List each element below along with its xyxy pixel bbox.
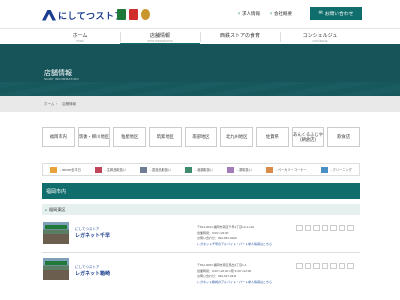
nav-shokuiku-label: 西鉄ストアの食育 (219, 33, 260, 39)
wifi-icon (50, 166, 58, 173)
page-subtitle: SHOP INFORMATION (44, 77, 79, 81)
service-icon (330, 263, 337, 269)
legend-item: …薬取扱い (227, 166, 252, 173)
nav-concierge-sub: CONCIERGE (312, 40, 328, 43)
area-button[interactable]: 飲食店 (327, 127, 361, 147)
store-recruit-link[interactable]: レガネット千早のアルバイト・パート求人情報はこちら (197, 242, 272, 248)
area-button[interactable]: 南部地区 (184, 127, 218, 147)
divider (42, 252, 360, 253)
legend-item: …酒類取扱い (185, 166, 214, 173)
site-logo[interactable]: にしてつストア (42, 9, 124, 21)
contact-label: お問い合わせ (324, 12, 354, 17)
store-recruit-link[interactable]: レガネット箱崎のアルバイト・パート求人情報はこちら (197, 280, 272, 286)
legend-item: …クリーニング (320, 166, 352, 173)
service-icon (338, 225, 345, 231)
service-icon (347, 225, 354, 231)
service-icon (313, 225, 320, 231)
section-heading: 福岡市内 (42, 183, 360, 199)
store-name[interactable]: レガネット箱崎 (75, 270, 110, 277)
breadcrumb: ホーム › 店舗情報 (0, 96, 400, 112)
recruit-link[interactable]: 求人情報 (238, 11, 260, 17)
nav-shop-sub: SHOP INFORMATION (147, 40, 173, 43)
fresh-food-icon (95, 166, 103, 173)
store-service-icons (296, 225, 354, 231)
main-nav: ホーム HOME 店舗情報 SHOP INFORMATION 西鉄ストアの食育 … (0, 28, 400, 45)
medicine-icon (227, 166, 235, 173)
nav-home[interactable]: ホーム HOME (40, 29, 120, 45)
contact-button[interactable]: ✉ お問い合わせ (310, 7, 362, 20)
area-button[interactable]: 北九州地区 (220, 127, 254, 147)
store-info: 〒812-0054 福岡市東区馬出3丁目1-1 営業時間：9:00～22:00 … (197, 263, 272, 285)
area-filter: 福岡市内 筑後・柳川地区 粕屋地区 筑紫地区 南部地区 北九州地区 佐賀県 あん… (42, 127, 361, 147)
site-header: にしてつストア 求人情報 会社概要 ✉ お問い合わせ (0, 0, 400, 28)
header-links: 求人情報 会社概要 (238, 11, 292, 17)
store-sign (45, 225, 67, 229)
cleaning-icon (320, 166, 328, 173)
service-icon (313, 263, 320, 269)
nav-shokuiku[interactable]: 西鉄ストアの食育 (200, 29, 280, 45)
sub-area-heading: 福岡東区 (42, 204, 360, 215)
service-icon (296, 263, 303, 269)
logo-mark-icon (42, 9, 56, 21)
service-icon (330, 225, 337, 231)
service-legend: …ninoxe全平日 …生鮮品取扱い …農産品取扱い …酒類取扱い …薬取扱い … (42, 163, 360, 176)
area-button[interactable]: 佐賀県 (256, 127, 289, 147)
service-icon (304, 225, 311, 231)
nav-shop-info[interactable]: 店舗情報 SHOP INFORMATION (120, 29, 200, 45)
store-service-icons (296, 263, 354, 269)
orange-brand-icon[interactable] (141, 9, 150, 20)
breadcrumb-current: 店舗情報 (62, 102, 76, 106)
legend-label: …薬取扱い (235, 168, 252, 172)
area-button[interactable]: 筑紫地区 (149, 127, 182, 147)
legend-label: …ベーカリーコーナー (274, 168, 307, 172)
legend-item: …農産品取扱い (140, 166, 172, 173)
brand-icons (117, 9, 150, 20)
nav-home-sub: HOME (76, 40, 84, 43)
breadcrumb-home[interactable]: ホーム (44, 102, 54, 107)
legend-label: …クリーニング (329, 168, 352, 172)
area-button[interactable]: 粕屋地区 (113, 127, 147, 147)
nav-concierge-label: コンシェルジュ (302, 33, 338, 39)
breadcrumb-sep: › (56, 102, 58, 106)
company-link[interactable]: 会社概要 (270, 11, 292, 17)
service-icon (338, 263, 345, 269)
sp-brand-icon[interactable] (129, 9, 138, 20)
legend-label: …生鮮品取扱い (103, 168, 126, 172)
area-button[interactable]: あんくるふじや (朝倉店) (291, 127, 325, 147)
legend-label: …ninoxe全平日 (58, 168, 81, 172)
nav-concierge[interactable]: コンシェルジュ CONCIERGE (280, 29, 360, 45)
page-hero: 店舗情報 SHOP INFORMATION (0, 44, 400, 96)
green-brand-icon[interactable] (117, 9, 126, 20)
service-icon (347, 263, 354, 269)
store-info: 〒813-0044 福岡市東区千早4丁目13-1-101 営業時間：9:00～2… (197, 225, 272, 247)
legend-label: …農産品取扱い (148, 168, 172, 172)
legend-item: …ベーカリーコーナー (266, 166, 307, 173)
area-button[interactable]: 筑後・柳川地区 (77, 127, 111, 147)
nav-shop-label: 店舗情報 (149, 33, 170, 39)
legend-item: …ninoxe全平日 (50, 166, 81, 173)
legend-item: …生鮮品取扱い (95, 166, 126, 173)
service-icon (321, 263, 328, 269)
logo-text: にしてつストア (58, 10, 125, 21)
area-button[interactable]: 福岡市内 (42, 127, 75, 147)
service-icon (321, 225, 328, 231)
store-sign (45, 261, 67, 265)
liquor-icon (185, 166, 193, 173)
store-name[interactable]: レガネット千早 (75, 232, 110, 239)
service-icon (304, 263, 311, 269)
legend-label: …酒類取扱い (193, 168, 214, 172)
nav-home-label: ホーム (72, 33, 88, 39)
mail-icon: ✉ (318, 11, 323, 16)
produce-icon (140, 166, 148, 173)
service-icon (296, 225, 303, 231)
bakery-icon (266, 166, 274, 173)
